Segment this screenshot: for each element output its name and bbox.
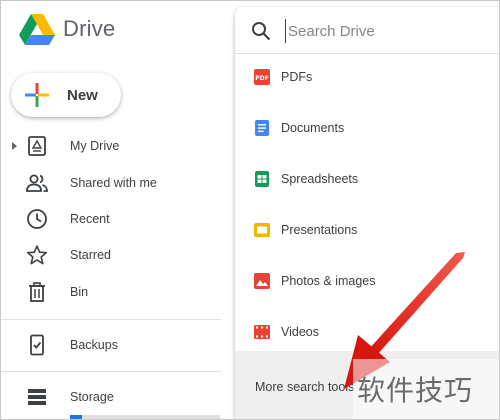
search-bar xyxy=(235,7,499,54)
storage-usage-fill xyxy=(70,415,82,419)
storage-icon xyxy=(28,389,46,405)
search-type-label: PDFs xyxy=(281,70,313,84)
search-type-videos[interactable]: Videos xyxy=(235,312,499,352)
sidebar-item-label: Shared with me xyxy=(70,176,157,190)
search-type-pdfs[interactable]: PDF PDFs xyxy=(235,57,499,97)
image-icon xyxy=(254,273,270,289)
docs-icon xyxy=(255,120,269,136)
shared-icon xyxy=(26,174,48,192)
sidebar-item-label: Storage xyxy=(70,390,114,404)
sheets-icon xyxy=(255,171,269,187)
search-type-label: Spreadsheets xyxy=(281,172,359,186)
sidebar-divider xyxy=(1,371,221,372)
expand-caret-icon[interactable] xyxy=(12,142,17,150)
backup-phone-icon xyxy=(30,334,44,356)
pdf-icon: PDF xyxy=(254,69,270,85)
sidebar-item-shared[interactable]: Shared with me xyxy=(1,166,233,200)
drive-window: Drive New My Drive Shared with me Recent… xyxy=(0,0,500,420)
app-name: Drive xyxy=(63,16,116,41)
search-type-documents[interactable]: Documents xyxy=(235,108,499,148)
sidebar-item-my-drive[interactable]: My Drive xyxy=(1,129,233,163)
slides-icon xyxy=(254,223,270,237)
search-type-presentations[interactable]: Presentations xyxy=(235,210,499,250)
new-button-label: New xyxy=(67,86,98,104)
sidebar-item-bin[interactable]: Bin xyxy=(1,275,233,309)
sidebar-divider xyxy=(1,319,221,320)
watermark: 软件技巧 xyxy=(353,359,499,419)
sidebar-item-starred[interactable]: Starred xyxy=(1,238,233,272)
clock-icon xyxy=(27,209,47,229)
drive-logo[interactable]: Drive xyxy=(19,13,115,45)
sidebar-item-label: Recent xyxy=(70,212,110,226)
trash-icon xyxy=(29,282,45,302)
sidebar-item-label: My Drive xyxy=(70,139,120,153)
search-type-label: Photos & images xyxy=(281,274,376,288)
drive-logo-icon xyxy=(19,14,55,45)
my-drive-icon xyxy=(28,136,46,156)
sidebar-item-storage[interactable]: Storage xyxy=(1,380,233,414)
sidebar-item-backups[interactable]: Backups xyxy=(1,328,233,362)
sidebar-item-label: Backups xyxy=(70,338,118,352)
watermark-text: 软件技巧 xyxy=(357,374,474,407)
sidebar-item-recent[interactable]: Recent xyxy=(1,202,233,236)
more-search-tools-label: More search tools xyxy=(255,380,355,394)
sidebar-item-label: Bin xyxy=(70,285,89,299)
star-icon xyxy=(26,245,48,265)
search-type-photos[interactable]: Photos & images xyxy=(235,261,499,301)
video-icon xyxy=(254,325,270,339)
search-input[interactable] xyxy=(285,19,490,43)
new-button[interactable]: New xyxy=(11,73,121,117)
storage-usage-bar xyxy=(70,415,220,419)
plus-icon xyxy=(25,83,49,107)
search-type-label: Videos xyxy=(281,325,319,339)
search-type-label: Presentations xyxy=(281,223,358,237)
sidebar-item-label: Starred xyxy=(70,248,111,262)
search-type-spreadsheets[interactable]: Spreadsheets xyxy=(235,159,499,199)
search-icon[interactable] xyxy=(251,21,271,41)
search-type-label: Documents xyxy=(281,121,345,135)
svg-text:PDF: PDF xyxy=(255,75,268,82)
